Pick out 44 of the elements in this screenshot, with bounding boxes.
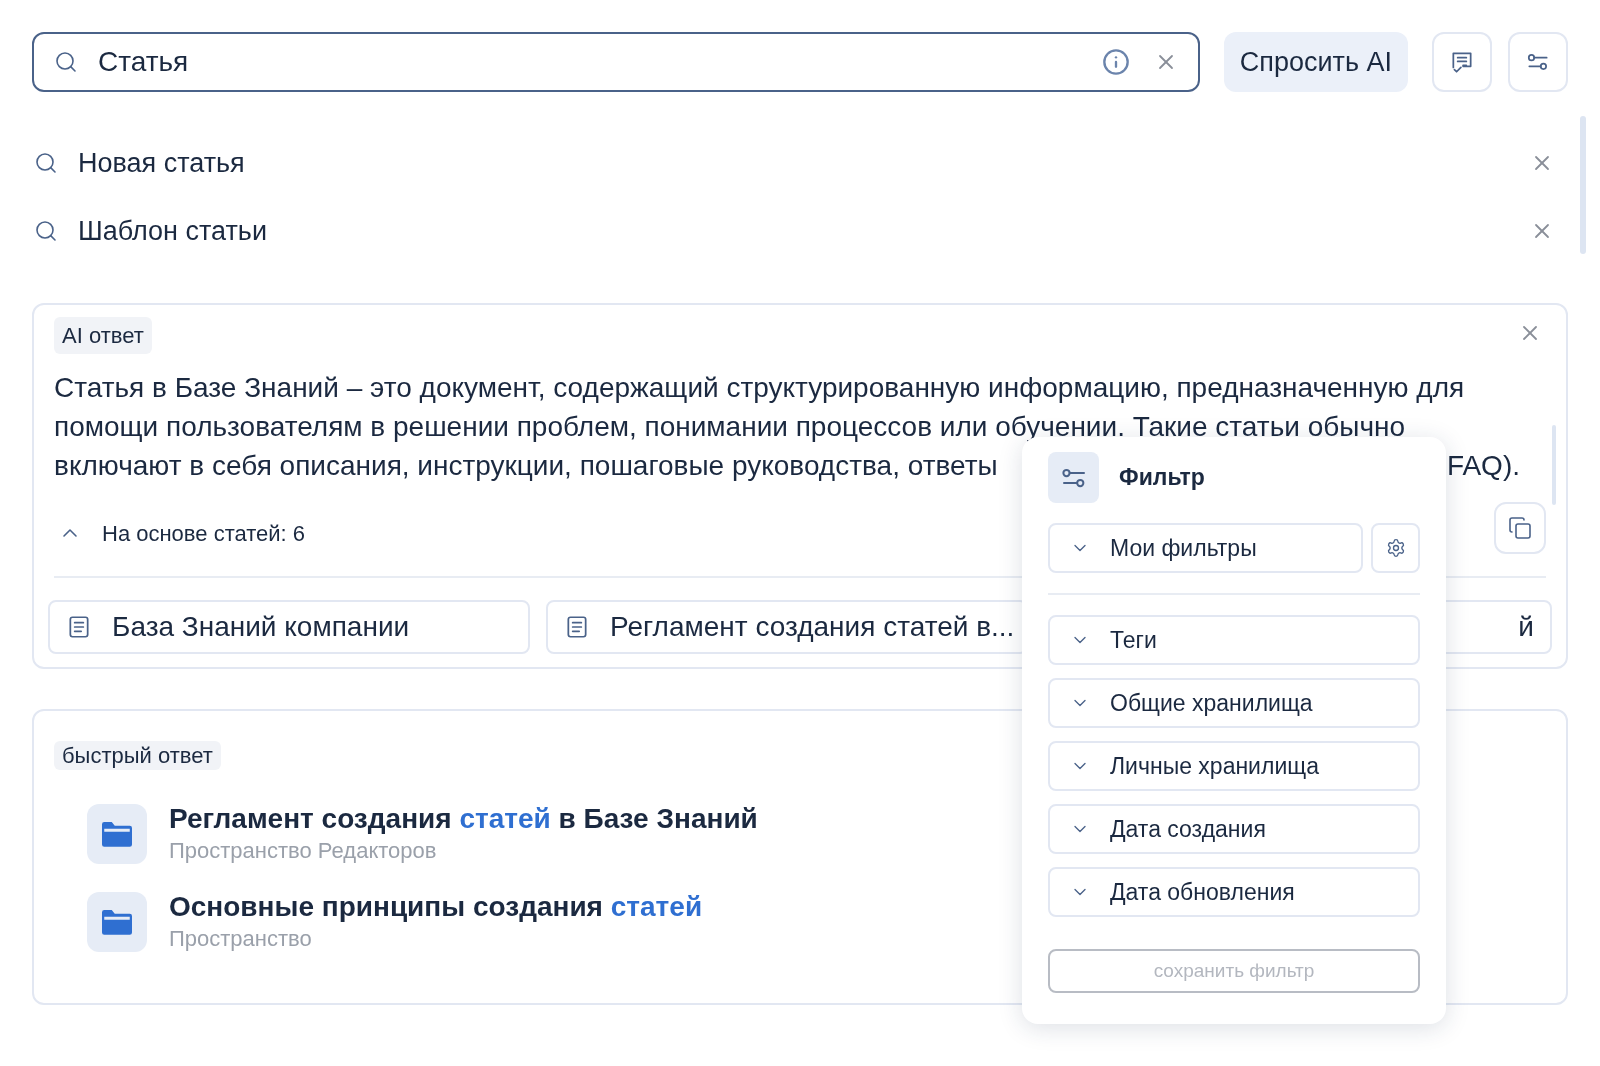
filter-dropdown[interactable]: Личные хранилища — [1048, 741, 1420, 791]
filter-title: Фильтр — [1119, 463, 1205, 493]
answer-text: FAQ). — [1446, 449, 1520, 483]
chat-button[interactable] — [1432, 32, 1492, 92]
scrollbar[interactable] — [1552, 425, 1556, 505]
search-icon — [54, 50, 78, 74]
filter-dropdown[interactable]: Теги — [1048, 615, 1420, 665]
filter-dropdown[interactable]: Дата обновления — [1048, 867, 1420, 917]
scrollbar[interactable] — [1580, 116, 1586, 254]
title-part: в Базе Знаний — [557, 803, 758, 834]
folder-icon — [87, 892, 147, 952]
folder-icon — [87, 804, 147, 864]
source-chip[interactable]: База Знаний компании — [48, 600, 530, 654]
settings-button[interactable] — [1371, 523, 1420, 573]
filter-dropdown[interactable]: Общие хранилища — [1048, 678, 1420, 728]
result-space: Пространство Редакторов — [169, 837, 438, 865]
ask-ai-button[interactable]: Спросить AI — [1223, 32, 1408, 92]
title-part: Основные принципы создания — [169, 891, 604, 922]
suggestion-item[interactable]: Шаблон статьи — [32, 197, 1568, 265]
chat-checklist-icon — [1449, 49, 1475, 75]
suggestion-item[interactable]: Новая статья — [32, 129, 1568, 197]
filter-button[interactable] — [1508, 32, 1568, 92]
answer-text: Статья в Базе Знаний – это документ, содержащий структурированную информацию, предназначенную для — [54, 371, 1465, 405]
filter-dropdown[interactable]: Дата создания — [1048, 804, 1420, 854]
title-part: Регламент создания — [169, 803, 453, 834]
document-icon — [66, 614, 92, 640]
ai-answer-badge: AI ответ — [54, 317, 152, 354]
title-part: статей — [459, 803, 551, 834]
my-filters-dropdown[interactable]: Мои фильтры — [1048, 523, 1363, 573]
settings-icon — [1385, 538, 1406, 558]
info-icon[interactable] — [1101, 48, 1130, 76]
sources-toggle[interactable]: На основе статей: 6 — [54, 516, 306, 550]
result-space: Пространство — [169, 925, 313, 953]
document-icon — [564, 614, 590, 640]
search-icon — [34, 151, 58, 175]
search-icon — [34, 219, 58, 243]
search-input[interactable]: Статья — [98, 41, 1086, 83]
copy-icon — [1508, 516, 1532, 540]
copy-button[interactable] — [1494, 502, 1546, 554]
title-part: статей — [610, 891, 703, 922]
search-field[interactable]: Статья — [32, 32, 1200, 92]
answer-text: помощи пользователям в решении проблем, понимании процессов или обучении. Такие статьи обычно — [54, 410, 1405, 444]
answer-text: включают в себя описания, инструкции, пошаговые руководства, ответы — [54, 449, 998, 483]
quick-answer-badge: быстрый ответ — [54, 741, 221, 770]
